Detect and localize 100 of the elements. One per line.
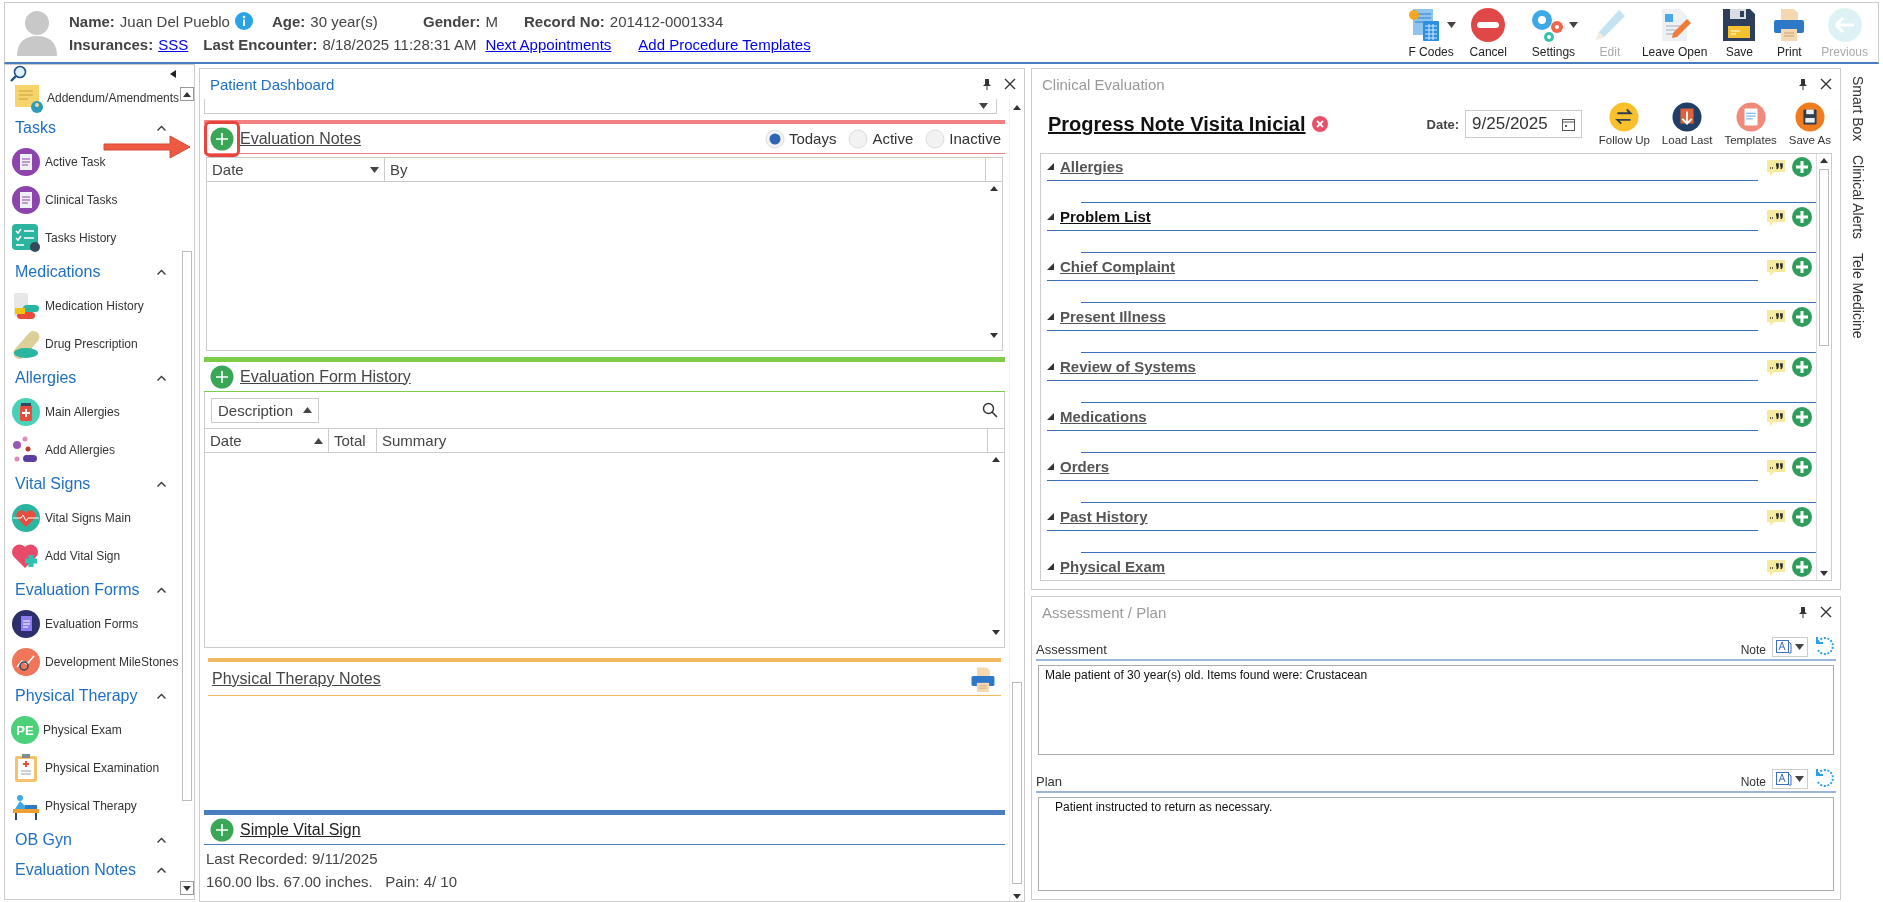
- radio-button[interactable]: Inactive: [925, 128, 1001, 149]
- section-link[interactable]: Physical Exam: [1060, 558, 1166, 575]
- radio-button[interactable]: Todays: [764, 128, 837, 149]
- expanded-triangle-icon[interactable]: [1047, 163, 1054, 170]
- scroll-up-button[interactable]: [1013, 105, 1021, 110]
- refresh-icon[interactable]: [1814, 635, 1836, 657]
- add-icon[interactable]: [1792, 357, 1812, 377]
- sidebar-item[interactable]: Main Allergies: [5, 393, 180, 431]
- date-field[interactable]: 9/25/2025: [1465, 110, 1582, 138]
- group-title[interactable]: Tasks: [15, 119, 56, 137]
- toolbar-button[interactable]: Settings: [1514, 7, 1584, 59]
- action-button[interactable]: Save As: [1785, 102, 1834, 146]
- sidebar-item[interactable]: Drug Prescription: [5, 325, 180, 363]
- sidebar-item[interactable]: Vital Signs Main: [5, 499, 180, 537]
- expanded-triangle-icon[interactable]: [1047, 363, 1054, 370]
- side-tab[interactable]: Tele Medicine: [1850, 253, 1866, 339]
- radio-button[interactable]: Active: [848, 128, 914, 149]
- sidebar-item[interactable]: Clinical Tasks: [5, 181, 180, 219]
- scrollbar[interactable]: [990, 457, 1002, 635]
- link[interactable]: SSS: [158, 36, 189, 53]
- chevron-up-icon[interactable]: [157, 375, 166, 381]
- scroll-up-icon[interactable]: [992, 457, 1000, 462]
- expanded-triangle-icon[interactable]: [1047, 313, 1054, 320]
- expanded-triangle-icon[interactable]: [1047, 263, 1054, 270]
- format-dropdown[interactable]: [1772, 769, 1808, 789]
- group-by-chip[interactable]: Description: [211, 397, 320, 423]
- chevron-up-icon[interactable]: [157, 481, 166, 487]
- group-title[interactable]: Medications: [15, 263, 101, 281]
- expanded-triangle-icon[interactable]: [1047, 463, 1054, 470]
- comment-icon[interactable]: [1766, 408, 1786, 426]
- comment-icon[interactable]: [1766, 258, 1786, 276]
- add-icon[interactable]: [1792, 157, 1812, 177]
- comment-icon[interactable]: [1766, 158, 1786, 176]
- section-link[interactable]: Present Illness: [1060, 308, 1166, 325]
- expanded-triangle-icon[interactable]: [1047, 563, 1054, 570]
- close-icon[interactable]: [1004, 78, 1016, 90]
- group-title[interactable]: Evaluation Forms: [15, 581, 140, 599]
- action-button[interactable]: Load Last: [1658, 102, 1716, 146]
- add-icon[interactable]: [1792, 207, 1812, 227]
- printer-icon[interactable]: [969, 665, 997, 692]
- sidebar-item[interactable]: Physical Therapy: [5, 787, 180, 825]
- chevron-up-icon[interactable]: [157, 587, 166, 593]
- group-title[interactable]: Evaluation Notes: [15, 861, 136, 879]
- sidebar-item[interactable]: PE Physical Exam: [5, 711, 180, 749]
- scroll-up-icon[interactable]: [1820, 158, 1828, 163]
- refresh-icon[interactable]: [1814, 767, 1836, 789]
- scroll-down-button[interactable]: [1013, 894, 1021, 899]
- section-title[interactable]: Simple Vital Sign: [240, 820, 361, 839]
- side-tab[interactable]: Smart Box: [1850, 76, 1866, 142]
- scroll-thumb[interactable]: [1012, 682, 1022, 884]
- toolbar-button[interactable]: Print: [1765, 7, 1814, 59]
- scroll-down-icon[interactable]: [992, 630, 1000, 635]
- sidebar-item[interactable]: Development MileStones: [5, 643, 180, 681]
- toolbar-button[interactable]: F Codes: [1392, 7, 1462, 59]
- group-title[interactable]: OB Gyn: [15, 831, 72, 849]
- search-icon[interactable]: [982, 402, 998, 418]
- remove-icon[interactable]: [1311, 116, 1328, 132]
- section-link[interactable]: Orders: [1060, 458, 1110, 475]
- sidebar-item[interactable]: Add Allergies: [5, 431, 180, 469]
- section-link[interactable]: Past History: [1060, 508, 1148, 525]
- scroll-up-icon[interactable]: [990, 186, 998, 191]
- sidebar-item[interactable]: Add Vital Sign: [5, 537, 180, 575]
- column-header[interactable]: Date: [212, 161, 244, 178]
- toolbar-button[interactable]: Cancel: [1463, 7, 1513, 59]
- sidebar-item[interactable]: Physical Examination: [5, 749, 180, 787]
- comment-icon[interactable]: [1766, 458, 1786, 476]
- sidebar-item[interactable]: Medication History: [5, 287, 180, 325]
- comment-icon[interactable]: [1766, 308, 1786, 326]
- add-icon[interactable]: [1792, 257, 1812, 277]
- scroll-down-icon[interactable]: [1820, 571, 1828, 576]
- chevron-up-icon[interactable]: [157, 693, 166, 699]
- sidebar-item[interactable]: Evaluation Forms: [5, 605, 180, 643]
- section-title[interactable]: Evaluation Form History: [240, 367, 411, 386]
- chevron-up-icon[interactable]: [157, 837, 166, 843]
- format-dropdown[interactable]: [1772, 637, 1808, 657]
- column-header[interactable]: Date: [210, 432, 242, 449]
- group-title[interactable]: Vital Signs: [15, 475, 91, 493]
- pin-icon[interactable]: [1798, 606, 1808, 618]
- group-title[interactable]: Allergies: [15, 369, 77, 387]
- close-icon[interactable]: [1820, 78, 1832, 90]
- expanded-triangle-icon[interactable]: [1047, 513, 1054, 520]
- section-title[interactable]: Evaluation Notes: [240, 129, 361, 148]
- action-button[interactable]: Follow Up: [1595, 102, 1653, 146]
- scroll-up-button[interactable]: [180, 87, 194, 101]
- info-icon[interactable]: [234, 12, 253, 30]
- comment-icon[interactable]: [1766, 208, 1786, 226]
- toolbar-button[interactable]: Save: [1715, 7, 1764, 59]
- section-title[interactable]: Physical Therapy Notes: [212, 669, 381, 688]
- add-icon[interactable]: [1792, 557, 1812, 577]
- scroll-down-icon[interactable]: [990, 333, 998, 338]
- pin-icon[interactable]: [1798, 78, 1808, 90]
- scroll-thumb[interactable]: [1819, 169, 1829, 346]
- section-link[interactable]: Chief Complaint: [1060, 258, 1175, 275]
- comment-icon[interactable]: [1766, 358, 1786, 376]
- toolbar-button[interactable]: Leave Open: [1635, 7, 1714, 59]
- text-area[interactable]: Patient instructed to return as necessary.: [1038, 797, 1834, 891]
- section-link[interactable]: Review of Systems: [1060, 358, 1196, 375]
- collapse-left-icon[interactable]: [170, 70, 176, 78]
- add-icon[interactable]: [1792, 407, 1812, 427]
- link[interactable]: Add Procedure Templates: [638, 36, 811, 53]
